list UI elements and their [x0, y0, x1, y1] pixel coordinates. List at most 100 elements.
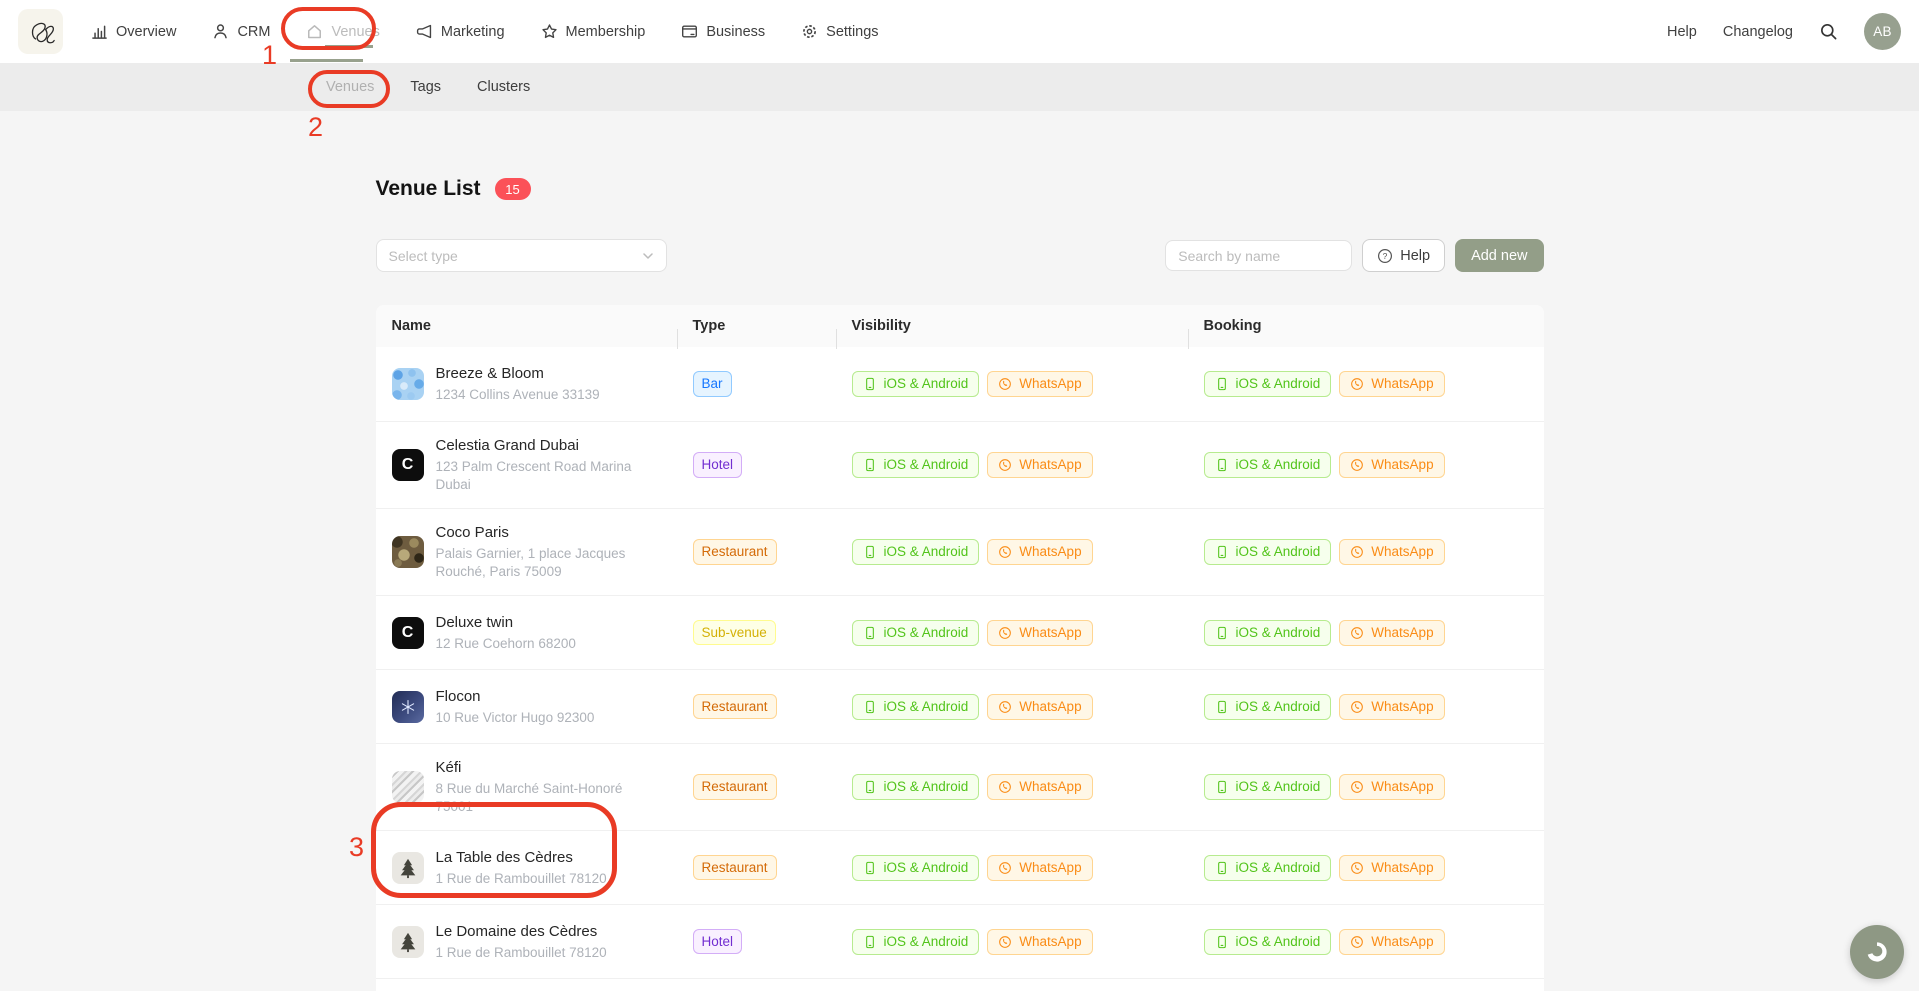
nav-item-label: Marketing: [441, 24, 505, 40]
venue-thumbnail: [392, 771, 424, 803]
mobile-phone-icon: [863, 458, 877, 472]
cedar-tree-icon: [397, 857, 419, 879]
table-row[interactable]: Coco Paris Palais Garnier, 1 place Jacqu…: [376, 508, 1544, 595]
whatsapp-icon: [1350, 458, 1364, 472]
booking-whatsapp-badge: WhatsApp: [1339, 929, 1444, 955]
visibility-whatsapp-badge: WhatsApp: [987, 452, 1092, 478]
venue-name: Celestia Grand Dubai: [436, 436, 661, 456]
booking-ios-android-badge: iOS & Android: [1204, 774, 1332, 800]
venue-thumbnail: [392, 536, 424, 568]
visibility-whatsapp-badge: WhatsApp: [987, 371, 1092, 397]
visibility-whatsapp-badge: WhatsApp: [987, 855, 1092, 881]
whatsapp-icon: [1350, 626, 1364, 640]
mobile-phone-icon: [1215, 377, 1229, 391]
booking-whatsapp-badge: WhatsApp: [1339, 774, 1444, 800]
table-row[interactable]: Flocon 10 Rue Victor Hugo 92300 Restaura…: [376, 669, 1544, 743]
type-badge: Restaurant: [693, 774, 777, 800]
venue-address: 1234 Collins Avenue 33139: [436, 386, 600, 404]
nav-item-marketing[interactable]: Marketing: [416, 23, 505, 40]
table-row[interactable]: Le Domaine des Cèdres 1 Rue de Rambouill…: [376, 904, 1544, 978]
changelog-link[interactable]: Changelog: [1723, 24, 1793, 40]
booking-ios-android-badge: iOS & Android: [1204, 539, 1332, 565]
nav-item-membership[interactable]: Membership: [541, 23, 646, 40]
whatsapp-icon: [1350, 861, 1364, 875]
search-icon[interactable]: [1819, 22, 1838, 41]
help-link[interactable]: Help: [1667, 24, 1697, 40]
booking-ios-android-badge: iOS & Android: [1204, 694, 1332, 720]
venue-name: Kéfi: [436, 758, 661, 778]
venue-name: Flocon: [436, 687, 595, 707]
user-avatar[interactable]: AB: [1864, 13, 1901, 50]
visibility-ios-android-badge: iOS & Android: [852, 855, 980, 881]
chat-swirl-icon: [1863, 938, 1891, 966]
nav-item-venues[interactable]: Venues: [306, 23, 379, 40]
visibility-ios-android-badge: iOS & Android: [852, 929, 980, 955]
nav-item-settings[interactable]: Settings: [801, 23, 878, 40]
nav-item-label: Settings: [826, 24, 878, 40]
venue-address: 1 Rue de Rambouillet 78120: [436, 870, 607, 888]
venue-address: 123 Palm Crescent Road Marina Dubai: [436, 458, 661, 494]
table-row[interactable]: Breeze & Bloom 1234 Collins Avenue 33139…: [376, 347, 1544, 421]
booking-ios-android-badge: iOS & Android: [1204, 929, 1332, 955]
whatsapp-icon: [998, 780, 1012, 794]
venue-table: Name Type Visibility Booking Breeze & Bl…: [376, 305, 1544, 991]
nav-item-crm[interactable]: CRM: [212, 23, 270, 40]
booking-ios-android-badge: iOS & Android: [1204, 452, 1332, 478]
visibility-whatsapp-badge: WhatsApp: [987, 539, 1092, 565]
visibility-badges: iOS & Android WhatsApp: [836, 905, 1188, 978]
mobile-phone-icon: [863, 861, 877, 875]
chat-widget-button[interactable]: [1850, 925, 1904, 979]
subtab-tags[interactable]: Tags: [410, 79, 441, 95]
page-title: Venue List: [376, 177, 481, 201]
venue-address: 8 Rue du Marché Saint-Honoré 75001: [436, 780, 661, 816]
table-row[interactable]: La Table des Cèdres 1 Rue de Rambouillet…: [376, 830, 1544, 904]
visibility-ios-android-badge: iOS & Android: [852, 774, 980, 800]
booking-whatsapp-badge: WhatsApp: [1339, 855, 1444, 881]
mobile-phone-icon: [863, 700, 877, 714]
subtab-venues[interactable]: Venues: [326, 79, 374, 95]
whatsapp-icon: [1350, 545, 1364, 559]
nav-item-business[interactable]: Business: [681, 23, 765, 40]
booking-ios-android-badge: iOS & Android: [1204, 620, 1332, 646]
visibility-ios-android-badge: iOS & Android: [852, 620, 980, 646]
add-new-button[interactable]: Add new: [1455, 239, 1543, 272]
mobile-phone-icon: [863, 626, 877, 640]
table-row[interactable]: Le Spa des Cèdres Sub-venue iOS & Androi…: [376, 978, 1544, 991]
visibility-ios-android-badge: iOS & Android: [852, 694, 980, 720]
help-button[interactable]: ? Help: [1362, 239, 1445, 272]
venue-thumbnail: [392, 368, 424, 400]
booking-badges: iOS & Android WhatsApp: [1188, 831, 1544, 904]
whatsapp-icon: [1350, 780, 1364, 794]
type-select[interactable]: Select type: [376, 239, 667, 272]
booking-whatsapp-badge: WhatsApp: [1339, 694, 1444, 720]
search-input[interactable]: [1165, 240, 1352, 271]
whatsapp-icon: [998, 861, 1012, 875]
brand-logo[interactable]: [18, 9, 63, 54]
visibility-ios-android-badge: iOS & Android: [852, 452, 980, 478]
booking-ios-android-badge: iOS & Android: [1204, 855, 1332, 881]
mobile-phone-icon: [1215, 935, 1229, 949]
venue-thumbnail: C: [392, 617, 424, 649]
subtab-clusters[interactable]: Clusters: [477, 79, 530, 95]
mobile-phone-icon: [1215, 626, 1229, 640]
venue-name: Coco Paris: [436, 523, 661, 543]
visibility-whatsapp-badge: WhatsApp: [987, 694, 1092, 720]
annotation-number-2: 2: [308, 112, 323, 143]
whatsapp-icon: [998, 626, 1012, 640]
venue-name: La Table des Cèdres: [436, 848, 607, 868]
mobile-phone-icon: [1215, 780, 1229, 794]
card-icon: [681, 23, 698, 40]
table-row[interactable]: C Deluxe twin 12 Rue Coehorn 68200 Sub-v…: [376, 595, 1544, 669]
mobile-phone-icon: [863, 780, 877, 794]
table-row[interactable]: C Celestia Grand Dubai 123 Palm Crescent…: [376, 421, 1544, 508]
type-badge: Restaurant: [693, 855, 777, 881]
table-row[interactable]: Kéfi 8 Rue du Marché Saint-Honoré 75001 …: [376, 743, 1544, 830]
visibility-badges: iOS & Android WhatsApp: [836, 979, 1188, 991]
nav-item-overview[interactable]: Overview: [91, 23, 176, 40]
visibility-whatsapp-badge: WhatsApp: [987, 620, 1092, 646]
visibility-badges: iOS & Android WhatsApp: [836, 422, 1188, 508]
type-badge: Hotel: [693, 452, 743, 478]
booking-whatsapp-badge: WhatsApp: [1339, 371, 1444, 397]
venues-subnav: Venues Tags Clusters: [0, 63, 1919, 111]
mobile-phone-icon: [1215, 545, 1229, 559]
